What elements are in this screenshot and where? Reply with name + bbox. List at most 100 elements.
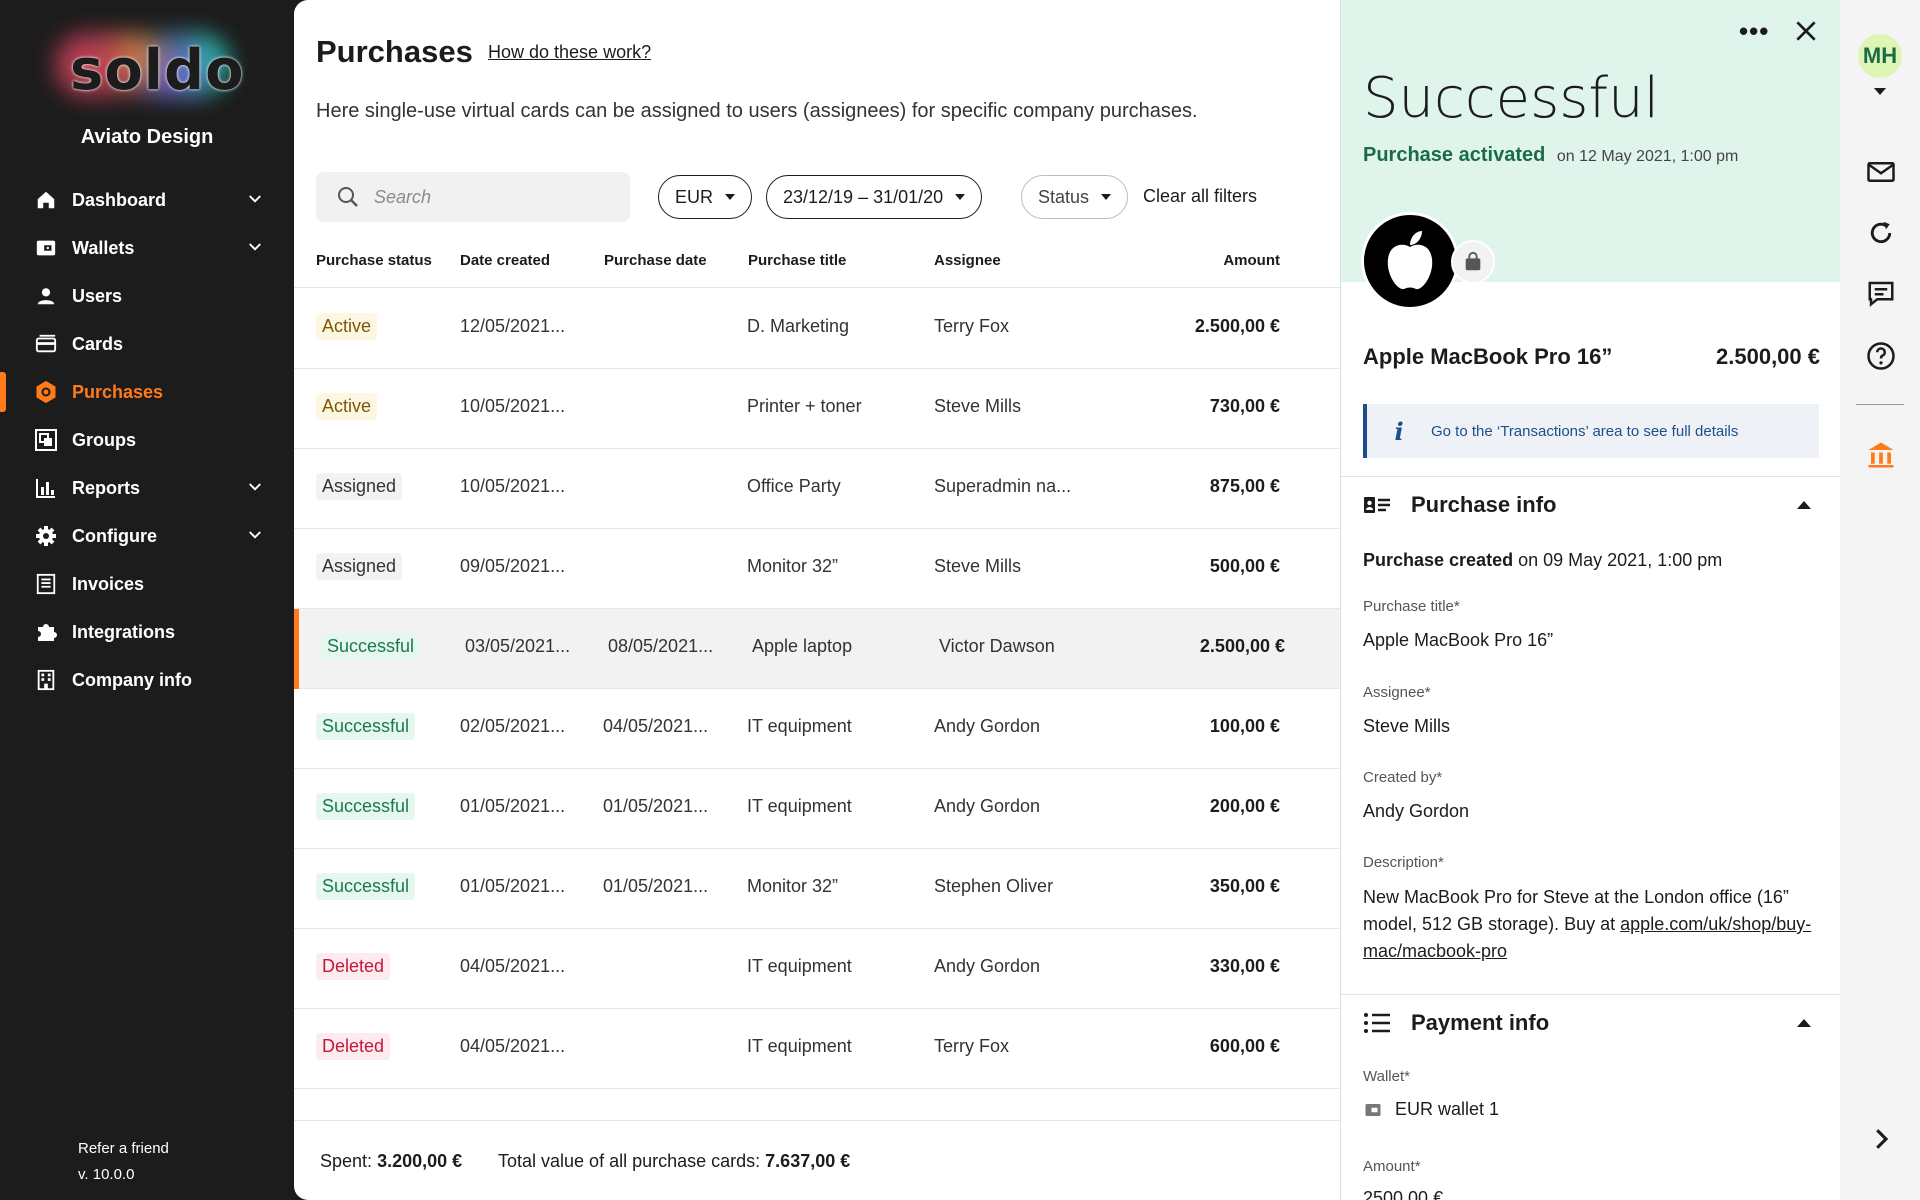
column-header-date-created[interactable]: Date created (460, 252, 550, 269)
description-label: Description* (1363, 854, 1444, 871)
table-row[interactable]: Successful 01/05/2021... 01/05/2021... IT e… (294, 769, 1340, 849)
spent-value: 3.200,00 € (377, 1151, 463, 1171)
date-created-cell: 10/05/2021... (460, 396, 566, 416)
nav-groups[interactable]: Groups (0, 416, 294, 464)
table-row[interactable]: Deleted 04/05/2021... IT equipment Terry Fo… (294, 1009, 1340, 1089)
table-row[interactable]: Assigned 09/05/2021... Monitor 32” Steve Mi… (294, 529, 1340, 609)
shopping-bag-icon (1451, 240, 1495, 284)
status-filter[interactable]: Status (1021, 175, 1129, 219)
user-icon (34, 284, 58, 308)
chevron-down-icon[interactable] (246, 190, 264, 208)
table-row[interactable]: Successful 02/05/2021... 04/05/2021... IT e… (294, 689, 1340, 769)
sidebar-footer: Refer a friend v. 10.0.0 (78, 1136, 169, 1188)
gear-icon (34, 524, 58, 548)
logo-text: soldo (70, 38, 245, 103)
currency-filter[interactable]: EUR (658, 175, 753, 219)
bar-chart-icon (34, 476, 58, 500)
purchase-title-cell: IT equipment (747, 796, 852, 816)
chevron-down-icon[interactable] (246, 238, 264, 256)
spent-label: Spent: (320, 1151, 373, 1171)
avatar[interactable]: MH (1858, 34, 1902, 78)
info-icon: i (1394, 416, 1404, 446)
created-date: on 09 May 2021, 1:00 pm (1518, 550, 1723, 570)
nav-label: Integrations (72, 621, 176, 642)
refer-a-friend-link[interactable]: Refer a friend (78, 1136, 169, 1162)
status-badge: Successful (316, 713, 416, 740)
chat-icon[interactable] (1866, 278, 1896, 308)
soldo-logo[interactable]: soldo (42, 20, 245, 110)
date-range-filter[interactable]: 23/12/19 – 31/01/20 (766, 175, 983, 219)
column-header-assignee[interactable]: Assignee (934, 252, 1001, 269)
chevron-down-icon[interactable] (246, 478, 264, 496)
column-header-status[interactable]: Purchase status (316, 252, 432, 269)
close-icon[interactable] (1793, 18, 1819, 44)
nav-dashboard[interactable]: Dashboard (0, 176, 294, 224)
table-row[interactable]: Successful 01/05/2021... 01/05/2021... Moni… (294, 849, 1340, 929)
search-input[interactable] (374, 186, 614, 208)
table-row[interactable]: Deleted 04/05/2021... IT equipment Andy Gor… (294, 929, 1340, 1009)
status-badge: Active (316, 393, 378, 420)
activated-date: on 12 May 2021, 1:00 pm (1556, 148, 1739, 165)
assignee-cell: Andy Gordon (934, 796, 1041, 816)
id-card-icon (1364, 496, 1390, 513)
help-icon[interactable] (1866, 341, 1896, 371)
amount-value: 2500,00 € (1363, 1188, 1444, 1200)
caret-down-icon (725, 194, 736, 200)
nav-label: Purchases (72, 381, 164, 402)
groups-icon (34, 428, 58, 452)
table-row[interactable]: Active 12/05/2021... D. Marketing Terry Fox… (294, 289, 1340, 369)
date-created-cell: 10/05/2021... (460, 476, 566, 496)
nav-integrations[interactable]: Integrations (0, 608, 294, 656)
column-header-purchase-date[interactable]: Purchase date (604, 252, 707, 269)
chevron-down-icon[interactable] (246, 526, 264, 544)
nav-purchases[interactable]: Purchases (0, 368, 294, 416)
nav-reports[interactable]: Reports (0, 464, 294, 512)
table-footer: Spent: 3.200,00 € Total value of all pur… (294, 1120, 1340, 1200)
status-badge: Successful (316, 873, 416, 900)
puzzle-icon (34, 620, 58, 644)
assignee-cell: Stephen Oliver (934, 876, 1054, 896)
total-value: 7.637,00 € (765, 1151, 851, 1171)
amount-label: Amount* (1363, 1158, 1421, 1175)
nav-cards[interactable]: Cards (0, 320, 294, 368)
purchase-info-section-toggle[interactable]: Purchase info (1341, 476, 1840, 532)
nav-company-info[interactable]: Company info (0, 656, 294, 704)
how-do-these-work-link[interactable]: How do these work? (488, 42, 651, 63)
search-box[interactable] (316, 172, 630, 222)
chevron-right-icon[interactable] (1866, 1124, 1896, 1154)
table-row[interactable]: Active 10/05/2021... Printer + toner Steve … (294, 369, 1340, 449)
purchase-title-cell: Monitor 32” (747, 876, 839, 896)
status-badge: Active (316, 313, 378, 340)
created-by-value: Andy Gordon (1363, 801, 1470, 821)
table-row-selected[interactable]: Successful 03/05/2021... 08/05/2021... Appl… (294, 609, 1340, 689)
caret-down-icon[interactable] (1874, 88, 1886, 95)
date-created-cell: 04/05/2021... (460, 1036, 566, 1056)
amount-cell: 600,00 € (1209, 1036, 1280, 1056)
table-row[interactable]: Assigned 10/05/2021... Office Party Superad… (294, 449, 1340, 529)
bank-icon[interactable] (1866, 440, 1896, 470)
status-badge: Assigned (316, 553, 403, 580)
more-options-icon[interactable]: ••• (1739, 16, 1769, 47)
amount-cell: 200,00 € (1209, 796, 1280, 816)
payment-info-section-toggle[interactable]: Payment info (1341, 994, 1840, 1050)
purchase-date-cell: 08/05/2021... (608, 636, 714, 656)
nav-invoices[interactable]: Invoices (0, 560, 294, 608)
nav-configure[interactable]: Configure (0, 512, 294, 560)
assignee-label: Assignee* (1363, 684, 1431, 701)
refresh-icon[interactable] (1866, 218, 1896, 248)
app-version: v. 10.0.0 (78, 1166, 135, 1183)
main-nav: Dashboard Wallets Users Cards Purchases … (0, 176, 294, 704)
nav-users[interactable]: Users (0, 272, 294, 320)
purchase-title-value: Apple MacBook Pro 16” (1363, 630, 1554, 650)
column-header-amount[interactable]: Amount (1223, 252, 1280, 269)
date-created-cell: 03/05/2021... (465, 636, 571, 656)
info-text[interactable]: Go to the ‘Transactions’ area to see ful… (1431, 423, 1738, 440)
purchase-title-cell: IT equipment (747, 956, 852, 976)
search-icon (338, 187, 358, 207)
clear-filters-button[interactable]: Clear all filters (1143, 186, 1257, 207)
purchase-amount: 2.500,00 € (1716, 344, 1820, 369)
mail-icon[interactable] (1866, 157, 1896, 187)
amount-cell: 2.500,00 € (1199, 636, 1285, 656)
nav-wallets[interactable]: Wallets (0, 224, 294, 272)
column-header-title[interactable]: Purchase title (748, 252, 846, 269)
